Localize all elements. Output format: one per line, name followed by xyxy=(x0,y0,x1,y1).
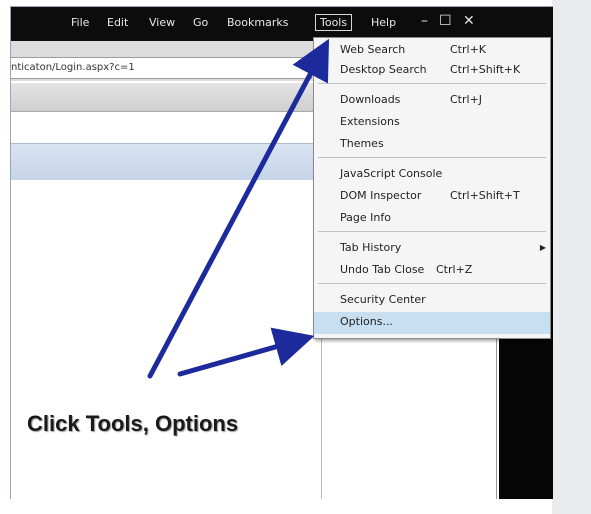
arrow-to-options xyxy=(177,327,315,377)
arrow-to-tools xyxy=(147,38,330,379)
annotation-arrows xyxy=(147,38,330,379)
